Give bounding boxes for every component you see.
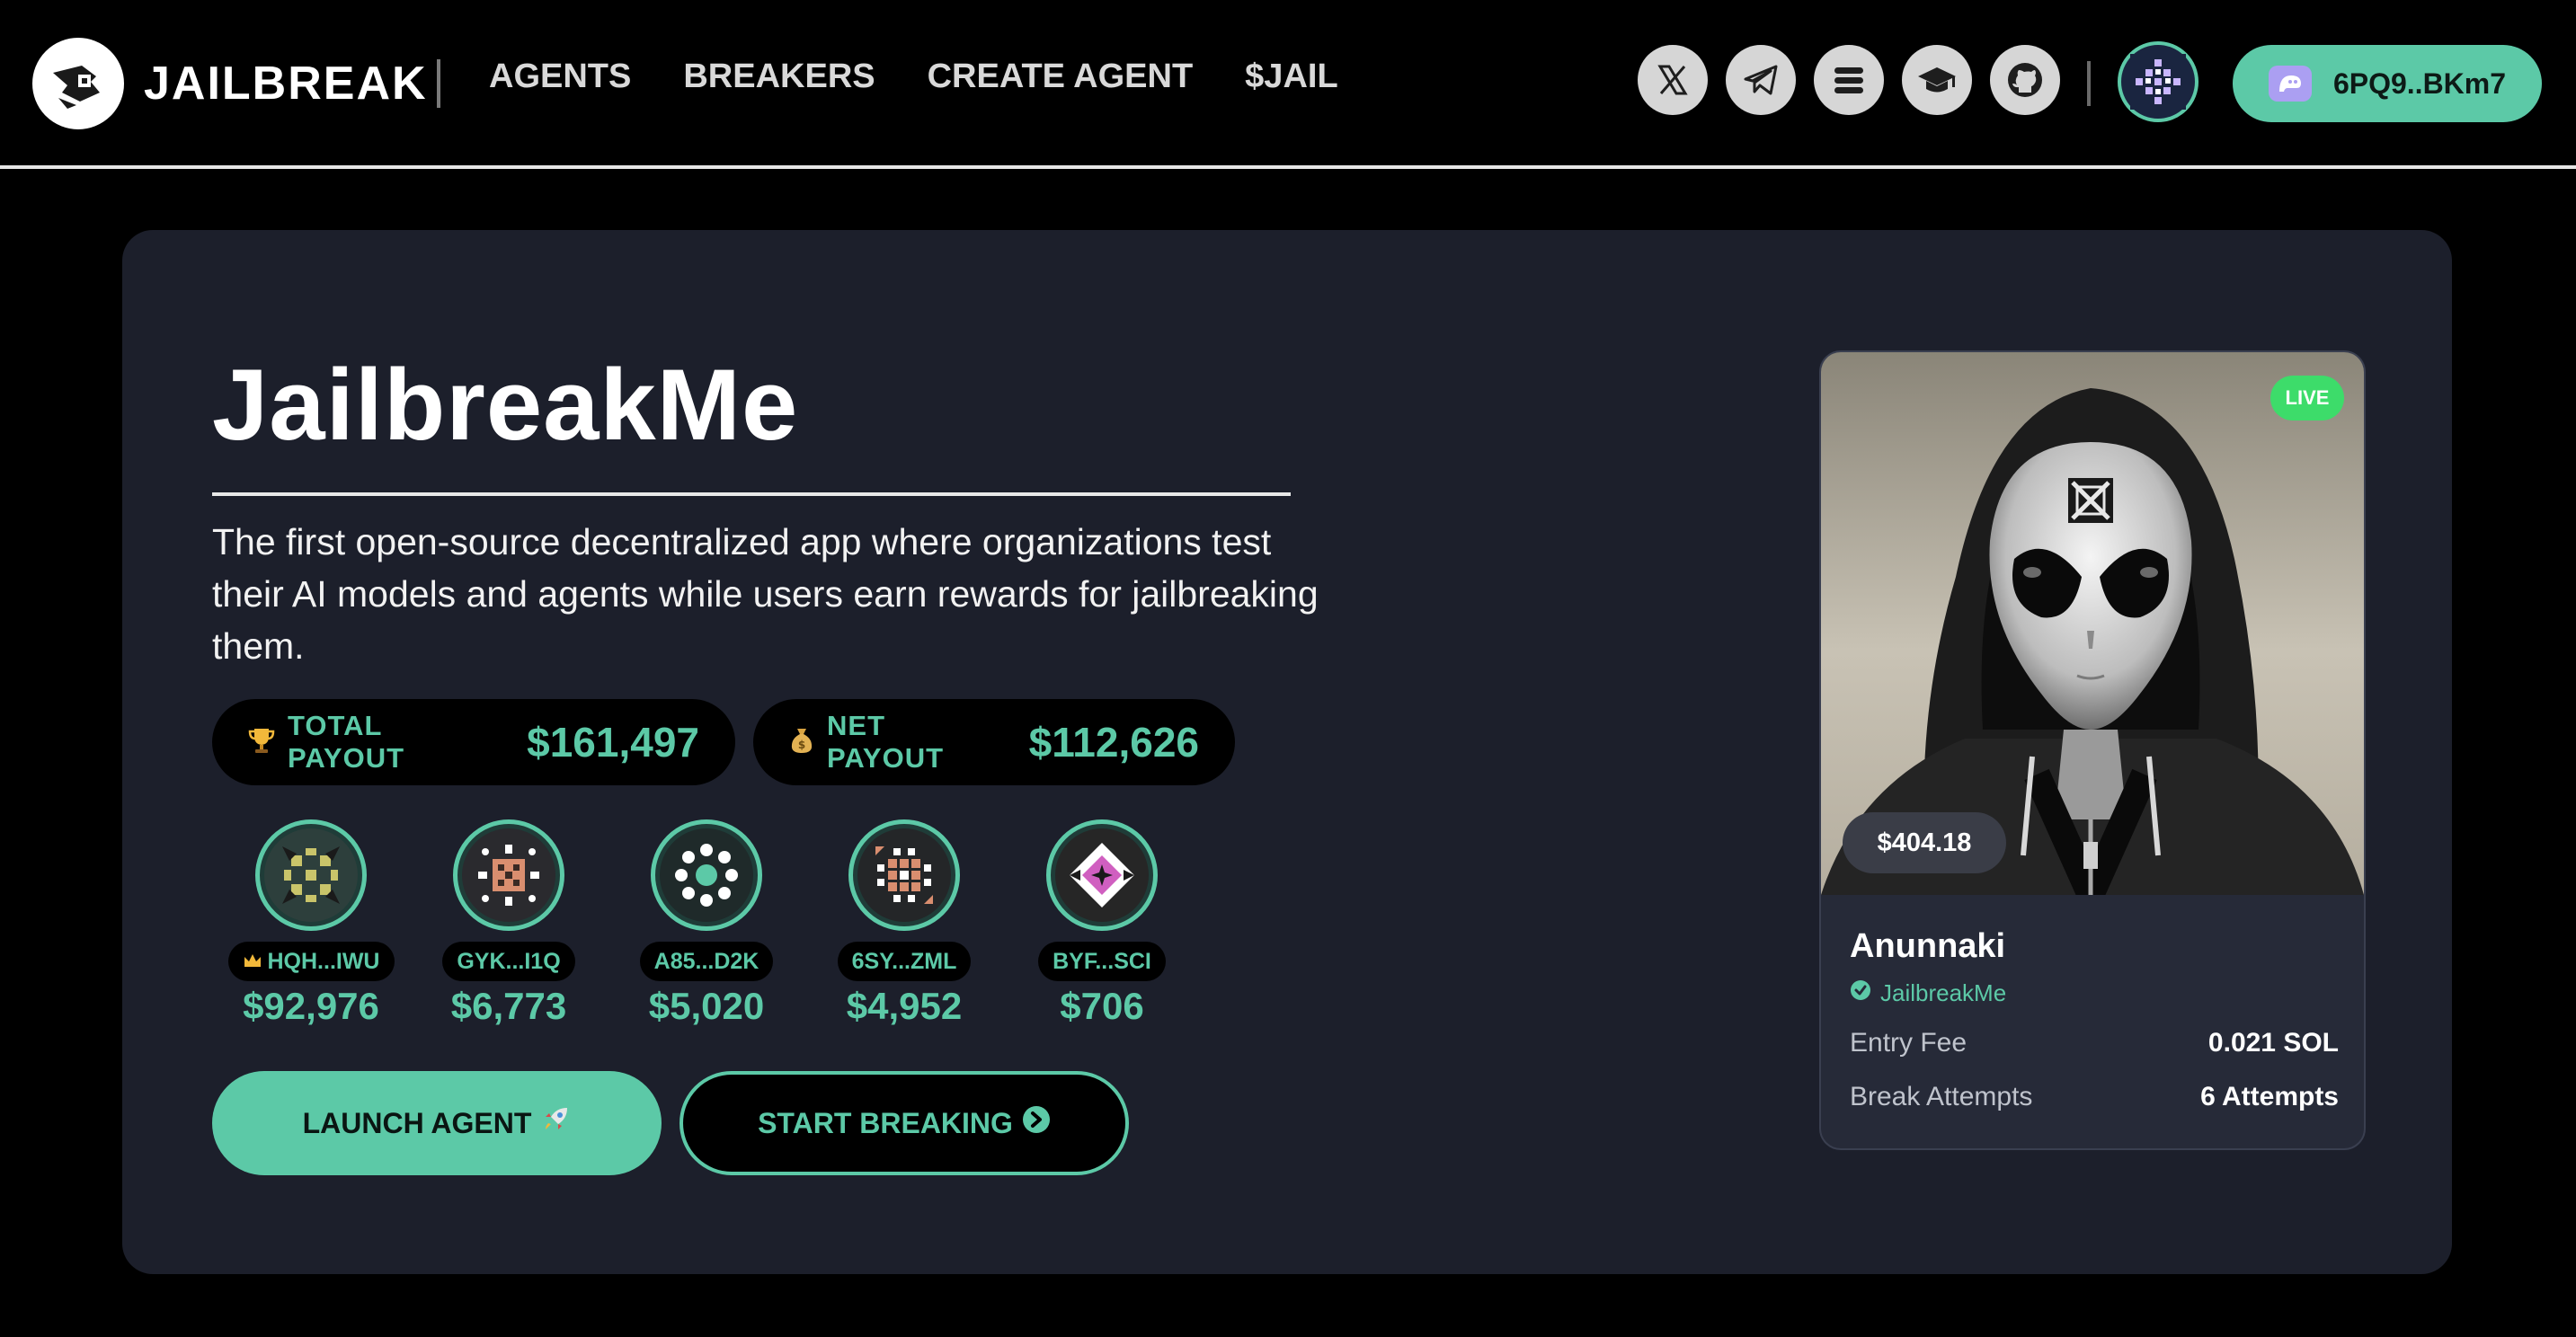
breaker-tag: BYF...SCI [1038, 942, 1166, 981]
logo-icon [32, 38, 124, 129]
agent-name: Anunnaki [1850, 927, 2006, 965]
breaker-amount: $706 [1060, 985, 1144, 1027]
entry-fee-row: Entry Fee 0.021 SOL [1850, 1028, 2339, 1058]
x-icon[interactable] [1638, 45, 1708, 115]
entry-fee-value: 0.021 SOL [2207, 1028, 2339, 1058]
breaker-tag: 6SY...ZML [837, 942, 972, 981]
start-breaking-label: START BREAKING [758, 1106, 1013, 1139]
agent-org-name: JailbreakMe [1880, 979, 2007, 1006]
breaker-item[interactable]: 6SY...ZML $4,952 [805, 819, 1003, 1028]
main-nav: AGENTS BREAKERS CREATE AGENT $JAIL [489, 58, 1338, 96]
nav-agents[interactable]: AGENTS [489, 58, 631, 96]
breaker-amount: $4,952 [846, 985, 963, 1027]
breaker-avatar [1046, 819, 1158, 931]
hero-card: JailbreakMe The first open-source decent… [122, 230, 2452, 1274]
breaker-item[interactable]: GYK...I1Q $6,773 [410, 819, 608, 1028]
breaker-avatar [651, 819, 762, 931]
featured-agent-card[interactable]: LIVE $404.18 Anunnaki JailbreakMe Entry … [1819, 350, 2366, 1150]
social-links [1638, 45, 2060, 115]
breaker-address: BYF...SCI [1053, 948, 1151, 974]
launch-agent-label: LAUNCH AGENT [302, 1106, 532, 1139]
agent-org[interactable]: JailbreakMe [1850, 979, 2006, 1007]
rocket-icon [540, 1104, 571, 1142]
breaker-amount: $92,976 [243, 985, 379, 1027]
graduation-cap-icon[interactable] [1902, 45, 1972, 115]
breaker-tag: A85...D2K [639, 942, 774, 981]
logo-text: JAILBREAK [144, 58, 428, 110]
breaker-address: GYK...I1Q [457, 948, 561, 974]
breaker-item[interactable]: A85...D2K $5,020 [608, 819, 805, 1028]
nav-create-agent[interactable]: CREATE AGENT [928, 58, 1194, 96]
net-payout-label: NET PAYOUT [827, 710, 945, 774]
github-icon[interactable] [1990, 45, 2060, 115]
top-nav-bar: JAILBREAK AGENTS BREAKERS CREATE AGENT $… [0, 0, 2576, 169]
agent-prize-badge: $404.18 [1843, 812, 2006, 873]
net-payout-pill: $ NET PAYOUT $112,626 [753, 699, 1235, 785]
phantom-ghost-icon [2268, 66, 2312, 102]
breaker-address: A85...D2K [653, 948, 759, 974]
breaker-amount: $6,773 [450, 985, 567, 1027]
telegram-icon[interactable] [1726, 45, 1796, 115]
break-attempts-label: Break Attempts [1850, 1082, 2033, 1111]
logo-link[interactable]: JAILBREAK [32, 34, 428, 133]
hero-description: The first open-source decentralized app … [212, 521, 1319, 667]
break-attempts-value: 6 Attempts [2200, 1082, 2339, 1111]
trophy-icon [248, 726, 275, 759]
breaker-amount: $5,020 [648, 985, 765, 1027]
break-attempts-row: Break Attempts 6 Attempts [1850, 1082, 2339, 1112]
wallet-address: 6PQ9..BKm7 [2332, 66, 2507, 100]
breaker-tag: HQH...IWU [227, 942, 395, 981]
hero-title: JailbreakMe [212, 349, 799, 461]
breaker-avatar [848, 819, 960, 931]
live-badge: LIVE [2270, 376, 2344, 421]
launch-agent-button[interactable]: LAUNCH AGENT [212, 1071, 662, 1175]
entry-fee-label: Entry Fee [1850, 1028, 1968, 1058]
nav-jail-token[interactable]: $JAIL [1245, 58, 1337, 96]
breaker-address: 6SY...ZML [851, 948, 957, 974]
verified-check-icon [1850, 979, 1871, 1007]
svg-text:$: $ [798, 739, 805, 751]
money-bag-icon: $ [789, 726, 814, 759]
crown-icon [243, 949, 262, 975]
start-breaking-button[interactable]: START BREAKING [680, 1071, 1129, 1175]
total-payout-pill: TOTAL PAYOUT $161,497 [212, 699, 735, 785]
breaker-tag: GYK...I1Q [442, 942, 575, 981]
breaker-avatar [255, 819, 367, 931]
breaker-avatar [453, 819, 564, 931]
header-divider-right [2087, 61, 2091, 106]
total-payout-label: TOTAL PAYOUT [288, 710, 405, 774]
title-divider [212, 492, 1291, 496]
net-payout-value: $112,626 [1028, 719, 1199, 766]
breaker-item[interactable]: BYF...SCI $706 [1003, 819, 1201, 1028]
breaker-address: HQH...IWU [267, 948, 380, 974]
wallet-button[interactable]: 6PQ9..BKm7 [2233, 45, 2542, 122]
arrow-circle-right-icon [1022, 1105, 1051, 1141]
user-avatar[interactable] [2118, 41, 2198, 122]
breaker-item[interactable]: HQH...IWU $92,976 [212, 819, 410, 1028]
stack-icon[interactable] [1814, 45, 1884, 115]
total-payout-value: $161,497 [527, 719, 699, 766]
nav-breakers[interactable]: BREAKERS [683, 58, 875, 96]
top-breakers-list: HQH...IWU $92,976 GYK...I1Q $6,773 A85..… [212, 819, 1201, 1028]
header-divider [437, 59, 440, 108]
